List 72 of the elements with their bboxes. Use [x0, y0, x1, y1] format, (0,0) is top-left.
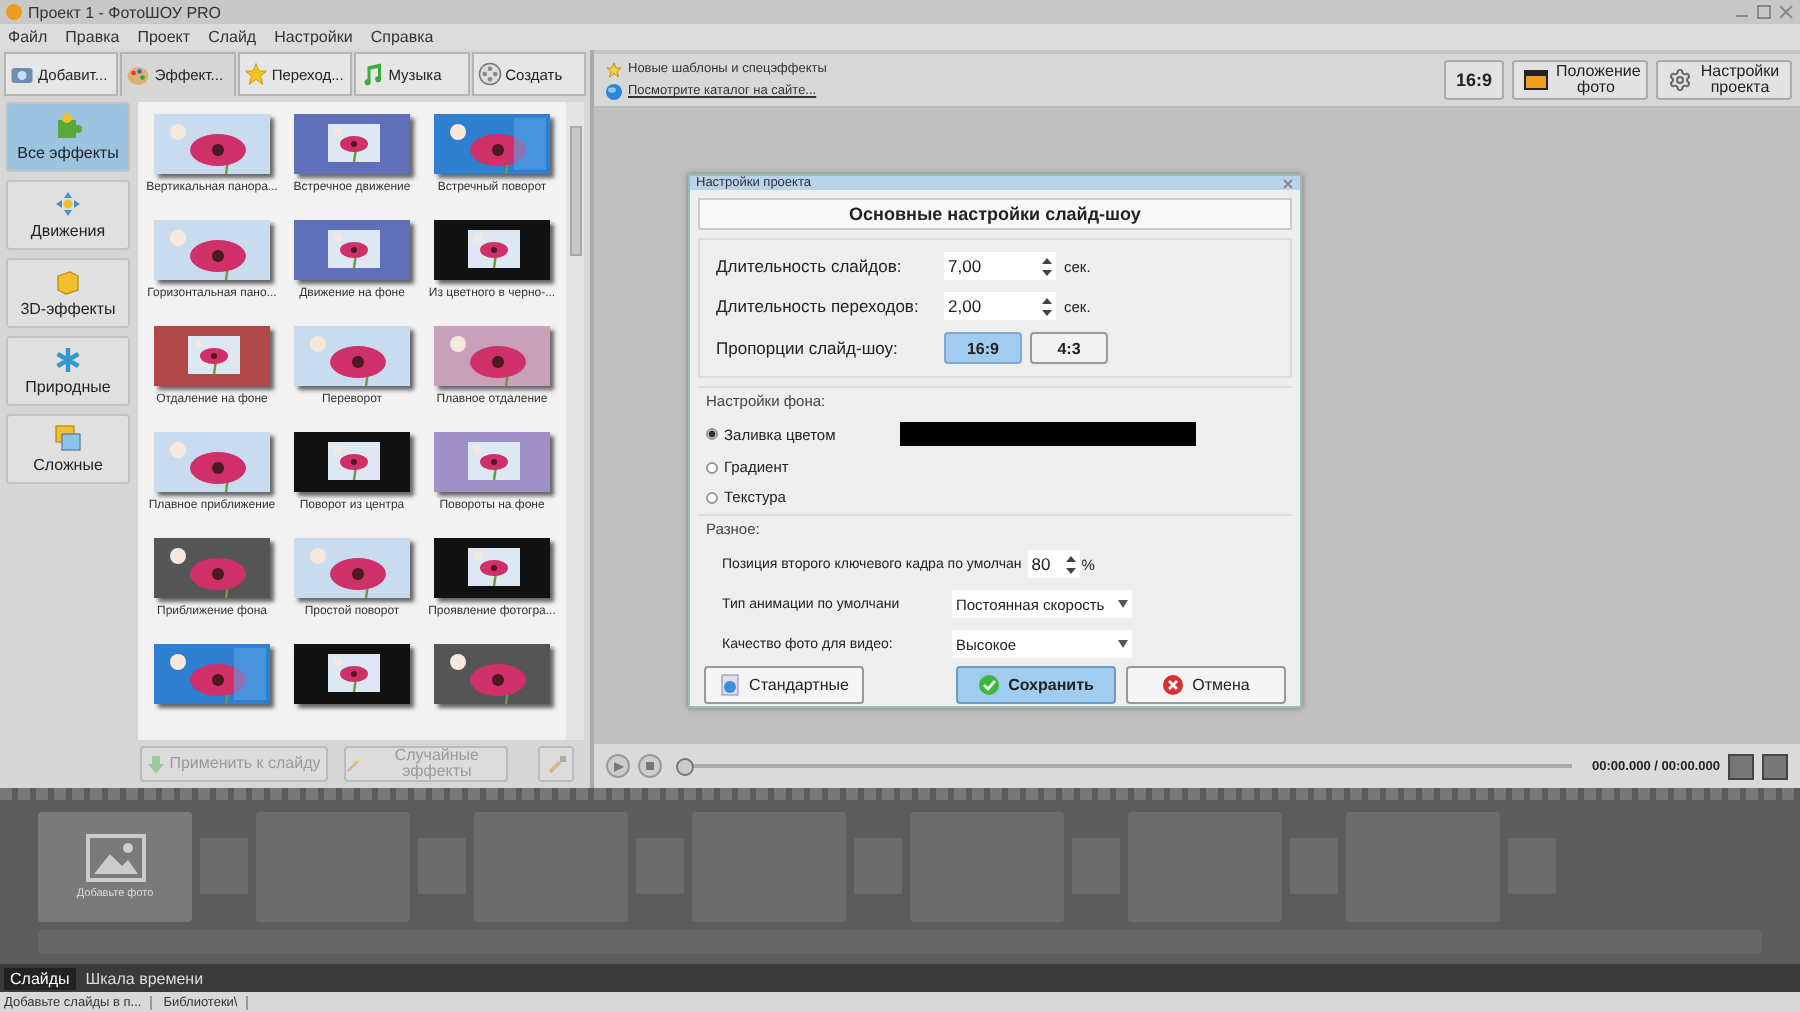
- menu-item[interactable]: Проект: [137, 28, 191, 46]
- defaults-button[interactable]: Стандартные: [704, 666, 864, 704]
- project-settings-button[interactable]: Настройки проекта: [1656, 60, 1792, 100]
- image-icon: [1524, 70, 1548, 90]
- camera-icon: [10, 62, 34, 86]
- category-button[interactable]: Природные: [6, 336, 130, 406]
- tab[interactable]: Слайды: [4, 967, 76, 989]
- dialog-header: Основные настройки слайд-шоу: [698, 198, 1292, 230]
- stop-icon: [646, 762, 654, 770]
- radio-button[interactable]: [706, 428, 718, 440]
- menu-item[interactable]: Справка: [370, 28, 434, 46]
- spinner-icon[interactable]: [1042, 297, 1052, 315]
- document-icon: [719, 674, 742, 696]
- check-icon: [978, 674, 1001, 696]
- window-title: Проект 1 - ФотоШОУ PRO: [28, 3, 224, 21]
- ratio-button[interactable]: 4:3: [1030, 332, 1108, 364]
- field-label: Пропорции слайд-шоу:: [716, 338, 900, 358]
- brush-icon: [547, 755, 565, 773]
- image-icon: [85, 833, 145, 881]
- snowflake-icon: [54, 346, 82, 374]
- radio-button[interactable]: [706, 491, 718, 503]
- ratio-button[interactable]: 16:9: [944, 332, 1022, 364]
- spinner-icon[interactable]: [1042, 257, 1052, 275]
- fullscreen-button[interactable]: [1762, 753, 1788, 779]
- move-arrows-icon: [54, 190, 82, 218]
- menu-item[interactable]: Настройки: [274, 28, 353, 46]
- radio-button[interactable]: [706, 461, 718, 473]
- stop-button[interactable]: [638, 754, 662, 778]
- down-arrow-icon: [147, 755, 164, 773]
- cancel-button[interactable]: Отмена: [1126, 666, 1286, 704]
- palette-icon: [126, 63, 151, 87]
- field-label: Длительность переходов:: [716, 296, 921, 316]
- photo-position-button[interactable]: Положение фото: [1512, 60, 1648, 100]
- close-icon[interactable]: [1282, 177, 1294, 189]
- brush-button[interactable]: [538, 746, 574, 782]
- duration-field[interactable]: 2,00: [944, 292, 1056, 320]
- film-reel-icon: [477, 62, 502, 86]
- spinner-icon[interactable]: [1065, 555, 1076, 573]
- music-note-icon: [360, 62, 385, 86]
- puzzle-icon: [54, 112, 82, 140]
- play-icon: [613, 761, 623, 771]
- wand-icon: [346, 755, 362, 773]
- images-icon: [54, 424, 82, 452]
- field-label: Длительность слайдов:: [716, 256, 904, 276]
- category-button[interactable]: Все эффекты: [6, 102, 130, 172]
- scrollbar[interactable]: [566, 102, 584, 740]
- color-swatch[interactable]: [899, 422, 1196, 446]
- duration-field[interactable]: 7,00: [944, 252, 1056, 280]
- close-icon[interactable]: [1778, 4, 1794, 20]
- category-button[interactable]: 3D-эффекты: [6, 258, 130, 328]
- caret-icon: [1118, 640, 1128, 648]
- caret-icon: [1118, 600, 1128, 608]
- category-button[interactable]: Сложные: [6, 414, 130, 484]
- category-button[interactable]: Движения: [6, 180, 130, 250]
- app-icon: [6, 4, 22, 20]
- save-button[interactable]: Сохранить: [956, 666, 1116, 704]
- maximize-icon[interactable]: [1756, 4, 1772, 20]
- menu-item[interactable]: Правка: [65, 28, 120, 46]
- aspect-ratio-button[interactable]: 16:9: [1443, 60, 1504, 100]
- cube-icon: [54, 268, 82, 296]
- menu-item[interactable]: Файл: [8, 28, 48, 46]
- star-icon: [243, 62, 268, 86]
- settings-icon: [1668, 68, 1692, 92]
- spin-field[interactable]: 80: [1027, 550, 1080, 578]
- seek-handle[interactable]: [676, 757, 694, 775]
- star-icon: [606, 61, 622, 77]
- play-button[interactable]: [606, 754, 630, 778]
- menu-item[interactable]: Слайд: [208, 28, 257, 46]
- snapshot-button[interactable]: [1728, 753, 1754, 779]
- tab[interactable]: Шкала времени: [79, 967, 210, 989]
- globe-icon: [606, 83, 622, 99]
- cancel-icon: [1162, 674, 1185, 696]
